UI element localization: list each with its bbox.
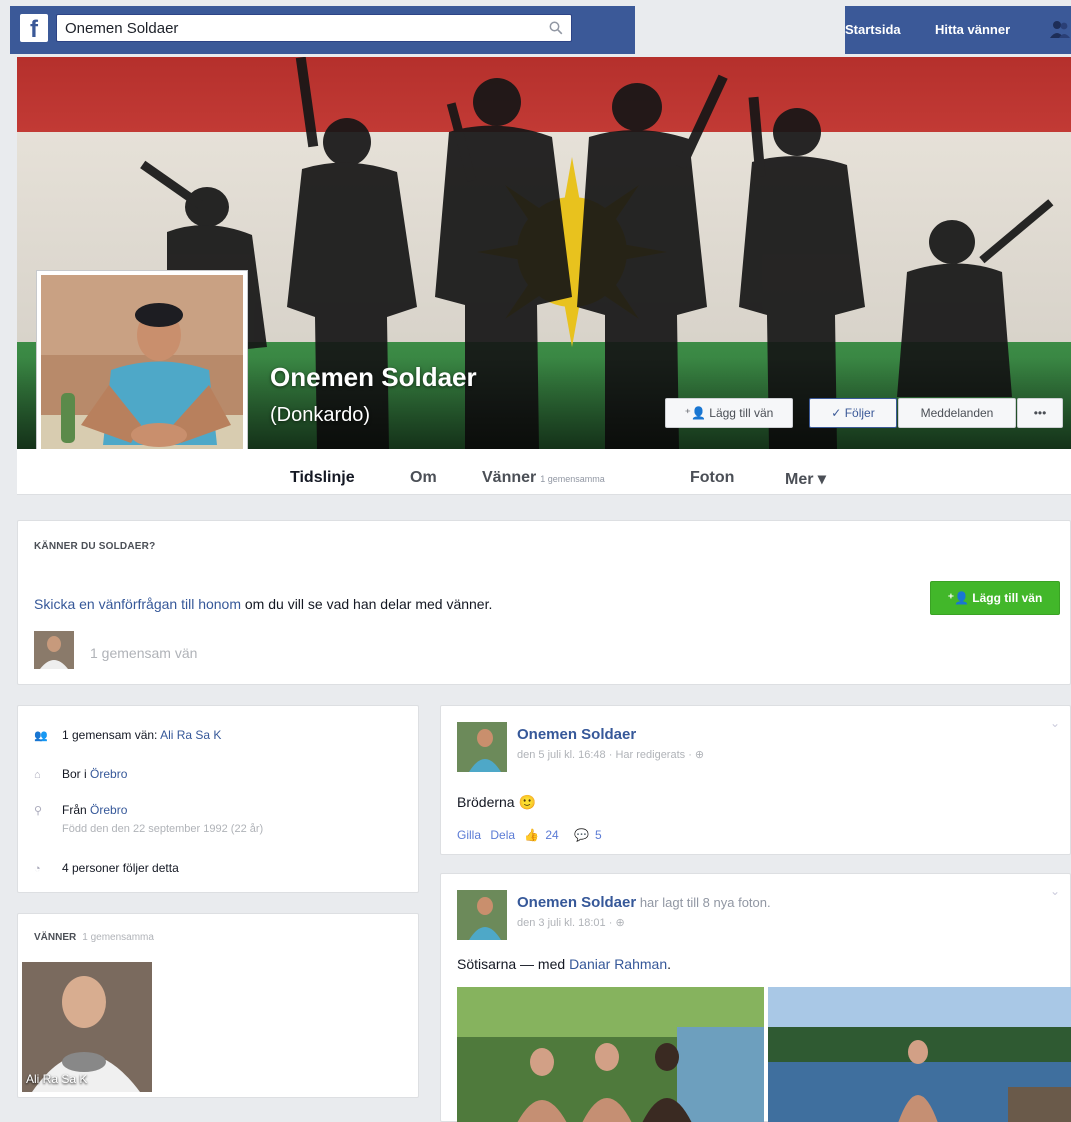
post-author-avatar[interactable] xyxy=(457,722,507,772)
post-action-text[interactable]: har lagt till 8 nya foton. xyxy=(636,895,771,910)
intro-mutual-link[interactable]: Ali Ra Sa K xyxy=(160,728,221,742)
tagged-person-link[interactable]: Daniar Rahman xyxy=(569,956,667,972)
share-link[interactable]: Dela xyxy=(490,828,515,842)
friends-title-label: VÄNNER xyxy=(34,932,77,943)
like-count-value: 24 xyxy=(545,828,559,842)
friends-card-title[interactable]: VÄNNER 1 gemensamma xyxy=(34,932,154,943)
comment-count[interactable]: 💬 5 xyxy=(574,828,608,842)
top-bar-nav: Startsida Hitta vänner xyxy=(845,6,1071,54)
home-icon: ⌂ xyxy=(34,769,41,781)
like-link[interactable]: Gilla xyxy=(457,828,481,842)
profile-name[interactable]: Onemen Soldaer xyxy=(270,362,477,393)
nav-home-link[interactable]: Startsida xyxy=(845,22,901,37)
thumbs-up-icon: 👍 xyxy=(524,828,540,842)
post-options-chevron-icon[interactable]: ⌄ xyxy=(1050,716,1060,730)
mutual-friend-count[interactable]: 1 gemensam vän xyxy=(90,645,197,661)
friend-name[interactable]: Ali Ra Sa K xyxy=(26,1072,87,1086)
intro-card: 👥 1 gemensam vän: Ali Ra Sa K ⌂ Bor i Öreb… xyxy=(17,705,419,893)
people-icon: 👥 xyxy=(34,730,48,742)
post-actions: Gilla Dela 👍 24 💬 5 xyxy=(457,828,614,842)
post-text: Bröderna 🙂 xyxy=(457,794,536,810)
post-text-prefix: Sötisarna — med xyxy=(457,956,570,972)
more-options-button[interactable]: ••• xyxy=(1017,398,1063,428)
post-photo-image xyxy=(457,987,764,1122)
like-count[interactable]: 👍 24 xyxy=(524,828,564,842)
post-text-suffix: . xyxy=(667,956,672,972)
post-photo-image xyxy=(768,987,1071,1122)
add-friend-button[interactable]: ⁺👤 Lägg till vän xyxy=(665,398,793,428)
intro-lives-label: Bor i xyxy=(62,767,91,781)
post-header: Onemen Soldaer har lagt till 8 nya foton… xyxy=(517,894,771,911)
know-user-text: Skicka en vänförfrågan till honom om du … xyxy=(34,596,492,612)
search-box[interactable] xyxy=(56,14,572,42)
check-icon: ✓ xyxy=(831,406,845,420)
comment-count-value: 5 xyxy=(595,828,602,842)
intro-from-link[interactable]: Örebro xyxy=(90,803,127,817)
post-photo[interactable] xyxy=(768,987,1071,1122)
intro-lives-row: ⌂ Bor i Örebro xyxy=(34,767,127,781)
intro-from-row: ⚲ Från Örebro xyxy=(34,803,127,817)
intro-followers-text[interactable]: 4 personer följer detta xyxy=(62,861,179,875)
post-text: Sötisarna — med Daniar Rahman. xyxy=(457,956,671,972)
know-user-title: KÄNNER DU SOLDAER? xyxy=(34,541,156,552)
following-label: Följer xyxy=(844,406,875,420)
facebook-logo-icon[interactable]: f xyxy=(20,14,48,43)
add-friend-green-button[interactable]: ⁺👤 Lägg till vän xyxy=(930,581,1060,615)
tab-more[interactable]: Mer ▾ xyxy=(785,469,826,489)
friends-card: VÄNNER 1 gemensamma Ali Ra Sa K xyxy=(17,913,419,1098)
profile-picture-image xyxy=(41,275,243,475)
post-options-chevron-icon[interactable]: ⌄ xyxy=(1050,884,1060,898)
tab-friends-label: Vänner xyxy=(482,469,537,486)
mutual-friend-avatar[interactable] xyxy=(34,631,74,669)
tab-friends-count: 1 gemensamma xyxy=(540,474,605,484)
profile-tab-bar: Tidslinje Om Vänner 1 gemensamma Foton Me… xyxy=(17,449,1071,495)
following-button[interactable]: ✓ Följer xyxy=(809,398,897,428)
intro-followers-row: ◔ 4 personer följer detta xyxy=(34,861,179,875)
post-author-name[interactable]: Onemen Soldaer xyxy=(517,726,636,743)
tab-friends[interactable]: Vänner 1 gemensamma xyxy=(482,469,605,487)
intro-lives-link[interactable]: Örebro xyxy=(90,767,127,781)
post-card: Onemen Soldaer har lagt till 8 nya foton… xyxy=(440,873,1071,1122)
friends-title-sub: 1 gemensamma xyxy=(82,932,154,943)
search-icon[interactable] xyxy=(549,21,563,35)
post-card: Onemen Soldaer den 5 juli kl. 16:48 · Ha… xyxy=(440,705,1071,855)
post-timestamp[interactable]: den 3 juli kl. 18:01 · ⊕ xyxy=(517,916,625,929)
post-timestamp[interactable]: den 5 juli kl. 16:48 · Har redigerats · … xyxy=(517,748,704,761)
tab-about[interactable]: Om xyxy=(410,469,437,487)
intro-birthday: Född den den 22 september 1992 (22 år) xyxy=(62,823,264,835)
comment-icon: 💬 xyxy=(574,828,589,842)
send-friend-request-link[interactable]: Skicka en vänförfrågan till honom xyxy=(34,596,241,612)
friend-tile[interactable]: Ali Ra Sa K xyxy=(22,962,152,1092)
tab-timeline[interactable]: Tidslinje xyxy=(290,469,355,487)
location-pin-icon: ⚲ xyxy=(34,805,43,817)
message-button[interactable]: Meddelanden xyxy=(898,398,1016,428)
intro-mutual-row: 👥 1 gemensam vän: Ali Ra Sa K xyxy=(34,728,221,742)
search-input[interactable] xyxy=(57,15,537,41)
know-user-card: KÄNNER DU SOLDAER? Skicka en vänförfråga… xyxy=(17,520,1071,685)
post-author-avatar[interactable] xyxy=(457,890,507,940)
nav-find-friends-link[interactable]: Hitta vänner xyxy=(935,22,1010,37)
add-friend-icon: ⁺👤 xyxy=(684,406,706,420)
rss-icon: ◔ xyxy=(34,863,41,875)
post-author-name[interactable]: Onemen Soldaer xyxy=(517,894,636,911)
intro-mutual-label: 1 gemensam vän: xyxy=(62,728,161,742)
post-photo[interactable] xyxy=(457,987,764,1122)
know-user-rest-text: om du vill se vad han delar med vänner. xyxy=(241,596,493,612)
intro-from-label: Från xyxy=(62,803,91,817)
top-bar: f xyxy=(10,6,635,54)
add-friend-green-label: Lägg till vän xyxy=(972,591,1043,605)
friend-requests-icon[interactable] xyxy=(1050,20,1070,38)
profile-alternate-name: (Donkardo) xyxy=(270,404,371,426)
add-friend-icon: ⁺👤 xyxy=(947,591,973,605)
tab-photos[interactable]: Foton xyxy=(690,469,734,487)
add-friend-label: Lägg till vän xyxy=(709,406,774,420)
